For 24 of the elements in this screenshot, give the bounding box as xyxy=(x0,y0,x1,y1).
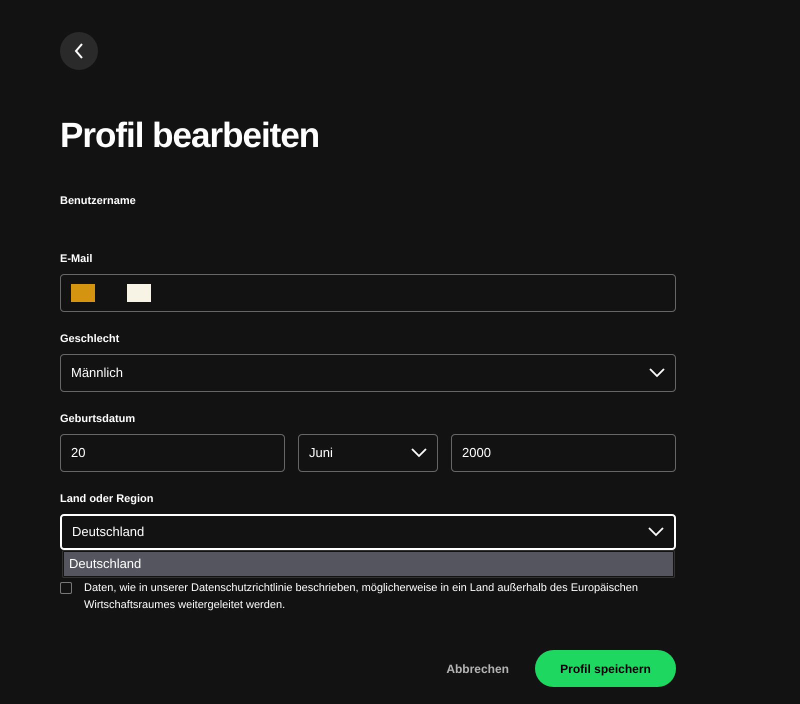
field-label: Land oder Region xyxy=(60,492,154,506)
chevron-down-icon xyxy=(411,448,427,458)
chevron-left-icon xyxy=(74,43,84,59)
save-button[interactable]: Profil speichern xyxy=(535,650,676,687)
country-select[interactable]: Deutschland xyxy=(60,514,676,550)
field-label: Geschlecht xyxy=(60,332,120,346)
field-label: Benutzername xyxy=(60,194,137,208)
back-button[interactable] xyxy=(60,32,98,70)
chevron-down-icon xyxy=(648,527,664,537)
year-field[interactable]: 2000 xyxy=(451,434,676,472)
cancel-button[interactable]: Abbrechen xyxy=(446,660,509,678)
gender-select[interactable]: Männlich xyxy=(60,354,676,392)
day-field[interactable]: 20 xyxy=(60,434,285,472)
page-title: Profil bearbeiten xyxy=(60,116,320,156)
month-select[interactable]: Juni xyxy=(298,434,438,472)
chevron-down-icon xyxy=(649,368,665,378)
field-label: E-Mail xyxy=(60,252,94,266)
redaction-mark xyxy=(127,284,151,302)
email-field[interactable] xyxy=(60,274,676,312)
field-label: Geburtsdatum xyxy=(60,412,136,426)
checkbox[interactable] xyxy=(60,582,72,594)
consent-text: Daten, wie in unserer Datenschutzrichtlinie beschrieben, möglicherweise in ein Land außerhalb des Europäischen Wirtschaftsraumes weitergeleitet werden. xyxy=(84,581,639,613)
dropdown-option[interactable]: Deutschland xyxy=(64,552,673,576)
redaction-mark xyxy=(71,284,95,302)
